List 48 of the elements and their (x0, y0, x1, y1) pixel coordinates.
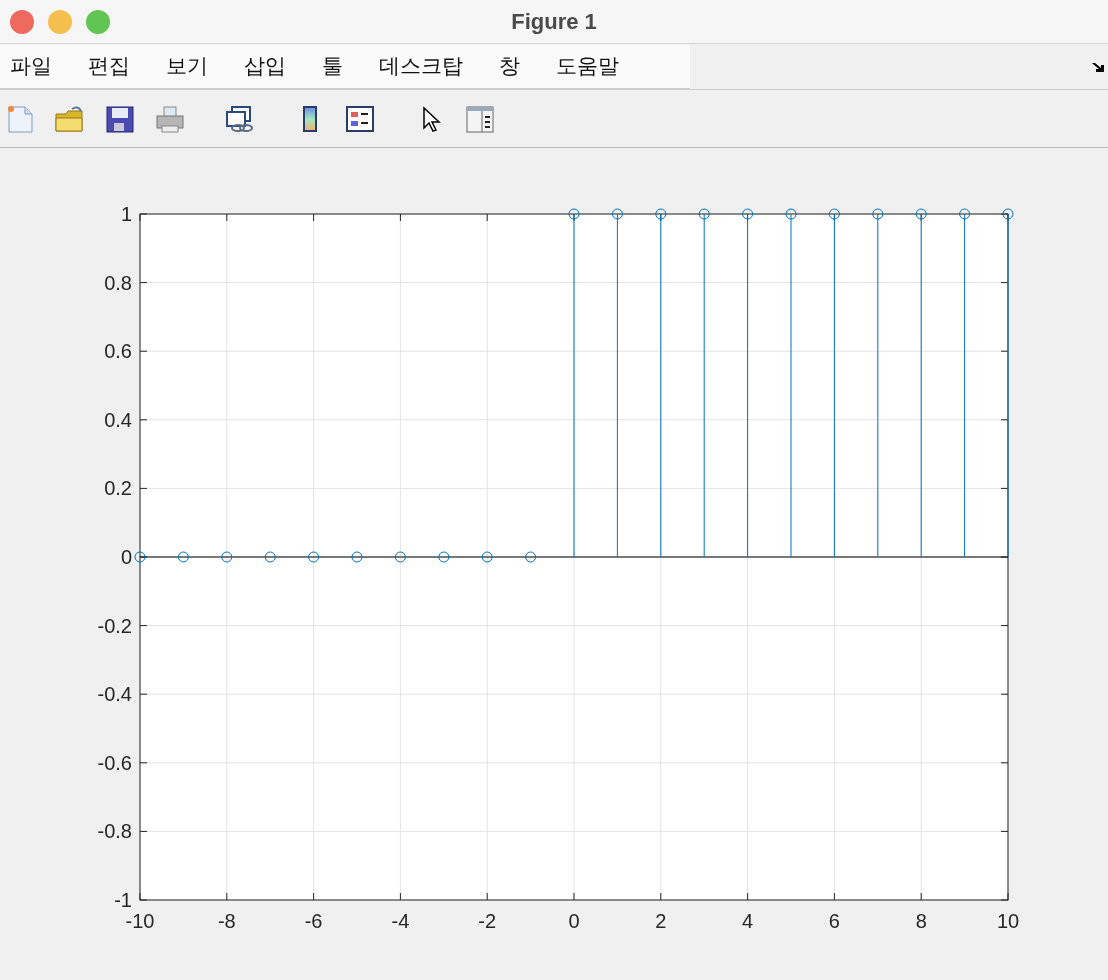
stem-marker (525, 551, 537, 563)
menu-item[interactable]: 보기 (166, 52, 208, 80)
y-tick-label: -0.2 (97, 614, 132, 637)
stem-marker (264, 551, 276, 563)
menu-item[interactable]: 도움말 (556, 52, 619, 80)
stem-marker (134, 551, 146, 563)
x-tick-label: -2 (478, 910, 497, 932)
linked-windows-icon[interactable] (224, 103, 256, 134)
menu-item[interactable]: 편집 (88, 52, 130, 80)
x-tick-label: -10 (125, 910, 155, 932)
stem-marker (351, 551, 363, 563)
stem-marker (221, 551, 233, 563)
window-title: Figure 1 (511, 8, 597, 35)
x-tick-label: 4 (742, 910, 754, 932)
x-tick-label: 2 (655, 910, 667, 932)
x-tick-label: -8 (217, 910, 236, 932)
y-tick-label: -0.4 (97, 683, 132, 706)
stem-marker (177, 551, 189, 563)
legend-icon[interactable] (344, 103, 376, 134)
y-tick-label: 0 (120, 546, 132, 568)
y-tick-label: 1 (120, 203, 132, 225)
stem-marker (308, 551, 320, 563)
menu-item[interactable]: 파일 (10, 52, 52, 80)
x-tick-label: 10 (996, 910, 1020, 932)
y-tick-label: 0.6 (104, 340, 132, 363)
folder-icon[interactable] (54, 103, 86, 134)
x-tick-label: 0 (568, 910, 580, 932)
panel-layout-icon[interactable] (464, 103, 496, 134)
x-tick-label: 6 (828, 910, 840, 932)
y-tick-label: -0.8 (97, 820, 132, 843)
printer-icon[interactable] (154, 103, 186, 134)
dock-arrow-icon[interactable] (1092, 60, 1106, 73)
close-button[interactable] (10, 10, 34, 34)
menu-item[interactable]: 데스크탑 (379, 52, 463, 80)
y-tick-label: 0.4 (104, 408, 132, 431)
x-tick-label: -4 (391, 910, 410, 932)
y-tick-label: -0.6 (97, 751, 132, 774)
menu-item[interactable]: 삽입 (244, 52, 286, 80)
y-tick-label: 0.2 (104, 477, 132, 500)
x-tick-label: 8 (915, 910, 927, 932)
stem-marker (394, 551, 406, 563)
stem-marker (438, 551, 450, 563)
menu-item[interactable]: 창 (499, 52, 520, 80)
y-tick-label: 0.8 (104, 271, 132, 294)
stem-marker (481, 551, 493, 563)
y-tick-label: -1 (114, 889, 132, 911)
x-tick-label: -6 (304, 910, 323, 932)
menu-item[interactable]: 툴 (322, 52, 343, 80)
